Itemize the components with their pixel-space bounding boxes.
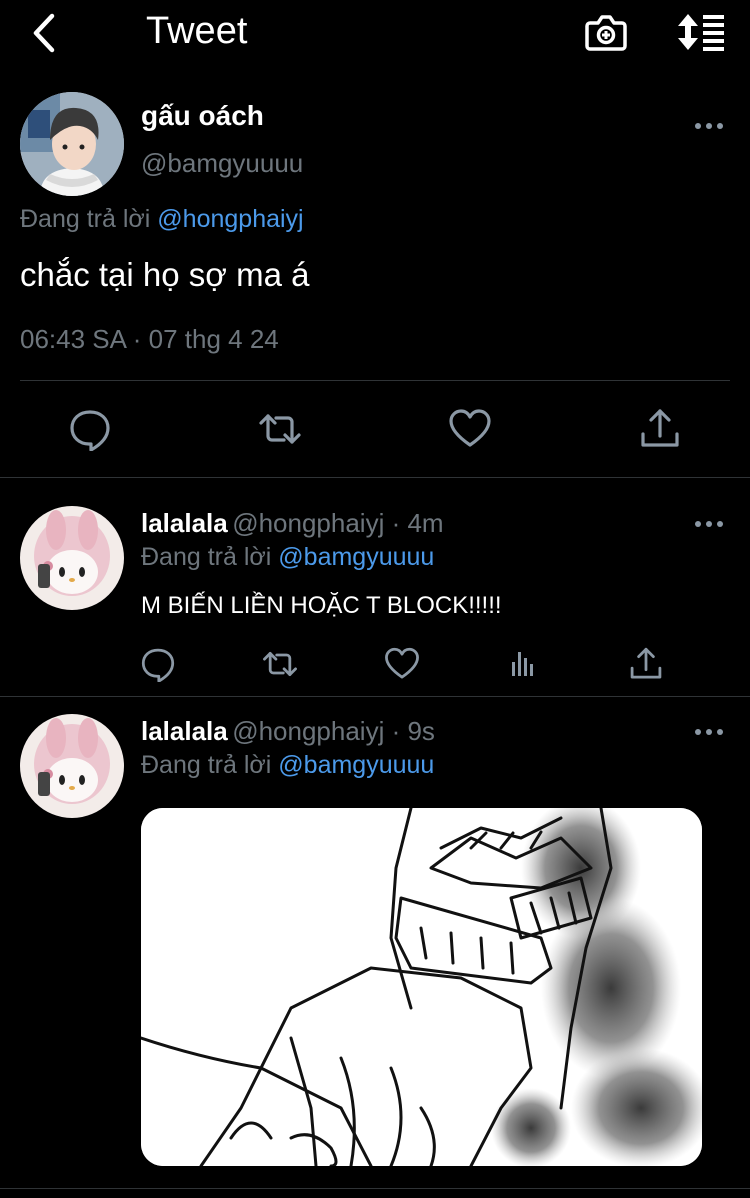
author-handle[interactable]: @bamgyuuuu <box>141 148 303 179</box>
more-options-icon[interactable] <box>694 514 724 534</box>
replying-to-label: Đang trả lời <box>141 751 272 779</box>
sort-icon[interactable] <box>676 12 726 52</box>
replying-to: Đang trả lời @bamgyuuuu <box>141 543 434 572</box>
tweet-timestamp: 06:43 SA · 07 thg 4 24 <box>20 324 279 354</box>
replying-to-label: Đang trả lời <box>141 543 272 571</box>
camera-plus-icon[interactable] <box>584 11 628 55</box>
like-icon[interactable] <box>384 646 420 682</box>
replying-to-handle[interactable]: @hongphaiyj <box>157 205 303 233</box>
reply-icon[interactable] <box>68 407 112 451</box>
author-name[interactable]: gấu oách <box>141 100 264 132</box>
reply-avatar[interactable] <box>20 506 124 610</box>
more-options-icon[interactable] <box>694 116 724 136</box>
reply-author-name[interactable]: lalalala <box>141 716 228 746</box>
divider <box>0 1188 750 1189</box>
page-title: Tweet <box>146 10 248 52</box>
reply-author-handle[interactable]: @hongphaiyj · 9s <box>232 716 435 746</box>
retweet-icon[interactable] <box>262 646 298 682</box>
reply-avatar[interactable] <box>20 714 124 818</box>
author-avatar[interactable] <box>20 92 124 196</box>
share-icon[interactable] <box>628 646 664 682</box>
share-icon[interactable] <box>638 407 682 451</box>
like-icon[interactable] <box>448 407 492 451</box>
manga-sketch-image[interactable] <box>141 808 702 1166</box>
reply-icon[interactable] <box>140 646 176 682</box>
reply-header: lalalala @hongphaiyj · 9s <box>141 716 435 747</box>
analytics-icon[interactable] <box>506 646 542 682</box>
replying-to: Đang trả lời @bamgyuuuu <box>141 751 434 780</box>
replying-to-handle[interactable]: @bamgyuuuu <box>278 751 434 779</box>
divider <box>0 477 750 478</box>
divider <box>0 696 750 697</box>
divider <box>20 380 730 381</box>
reply-text: M BIẾN LIỀN HOẶC T BLOCK!!!!! <box>141 592 502 619</box>
replying-to-handle[interactable]: @bamgyuuuu <box>278 543 434 571</box>
retweet-icon[interactable] <box>258 407 302 451</box>
reply-author-name[interactable]: lalalala <box>141 508 228 538</box>
back-chevron-icon[interactable] <box>28 12 60 54</box>
reply-header: lalalala @hongphaiyj · 4m <box>141 508 444 539</box>
replying-to: Đang trả lời @hongphaiyj <box>20 205 304 234</box>
reply-author-handle[interactable]: @hongphaiyj · 4m <box>232 508 443 538</box>
replying-to-label: Đang trả lời <box>20 205 151 233</box>
tweet-text: chắc tại họ sợ ma á <box>20 256 310 293</box>
more-options-icon[interactable] <box>694 722 724 742</box>
